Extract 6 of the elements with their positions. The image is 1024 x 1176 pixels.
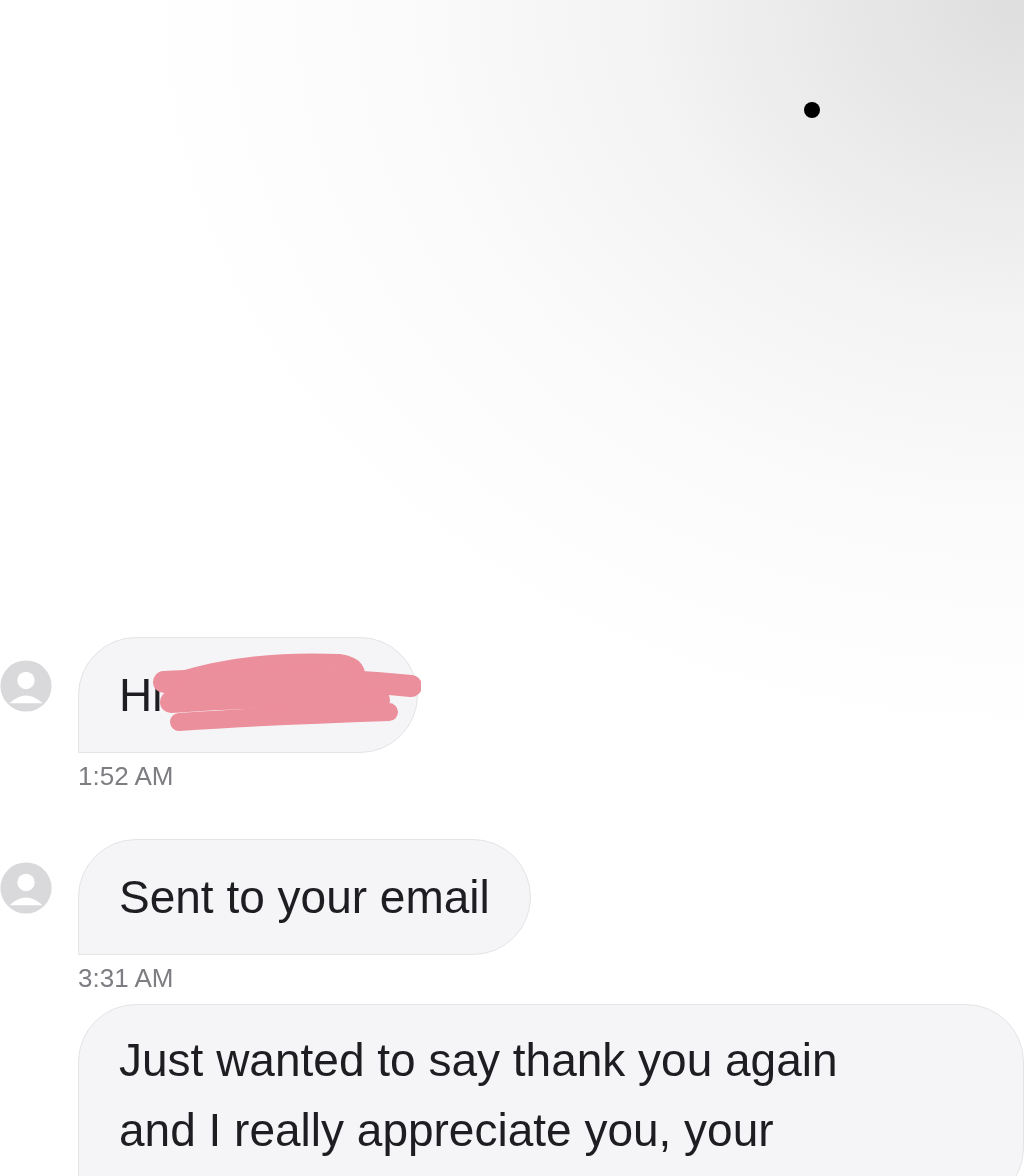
message-text: Just wanted to say thank you again — [119, 1033, 839, 1088]
dot-icon — [804, 102, 820, 118]
message-time: 3:31 AM — [78, 963, 175, 994]
message-text: Sent to your email — [119, 870, 490, 925]
message-text: and I really appreciate you, your — [119, 1103, 775, 1158]
message-time: 1:52 AM — [78, 761, 175, 792]
